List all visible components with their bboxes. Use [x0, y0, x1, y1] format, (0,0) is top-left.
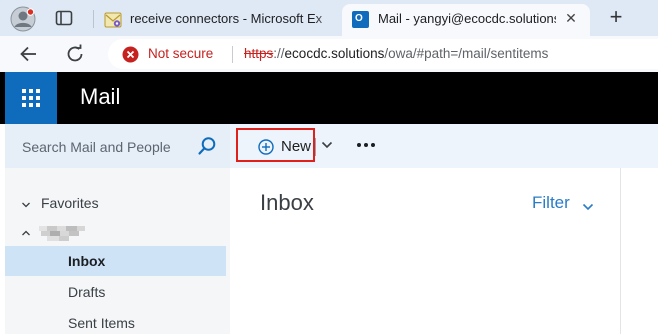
url-path: /owa/#path=/mail/sentitems — [384, 46, 549, 61]
split-button-divider — [315, 138, 316, 156]
url-host: ecocdc.solutions — [284, 46, 385, 61]
more-actions-ellipsis-icon[interactable] — [355, 138, 377, 152]
new-message-button[interactable]: New — [236, 128, 315, 162]
address-bar[interactable]: Not secure https://ecocdc.solutions/owa/… — [108, 39, 658, 69]
folder-label: Sent Items — [68, 315, 135, 331]
url-scheme: https — [244, 46, 274, 61]
chevron-down-icon — [582, 199, 594, 211]
new-tab-button[interactable]: + — [604, 6, 628, 30]
reading-pane — [621, 168, 658, 334]
app-header: Mail — [0, 72, 658, 124]
search-box[interactable]: Search Mail and People — [5, 124, 230, 168]
filter-label: Filter — [532, 193, 570, 212]
app-launcher-button[interactable] — [5, 72, 57, 124]
folder-pane: Favorites Inbox Drafts Sent Items — [5, 168, 230, 334]
folder-inbox[interactable]: Inbox — [5, 246, 226, 276]
folder-label: Inbox — [68, 253, 106, 269]
app-title: Mail — [80, 84, 121, 109]
outlook-favicon-letter: O — [355, 13, 363, 24]
search-input[interactable]: Search Mail and People — [22, 139, 171, 155]
tab-actions-icon[interactable] — [54, 8, 74, 28]
not-secure-label[interactable]: Not secure — [148, 46, 213, 61]
tab-title-fade — [314, 8, 340, 30]
new-dropdown-chevron-down-icon[interactable] — [320, 138, 334, 152]
url-text[interactable]: https://ecocdc.solutions/owa/#path=/mail… — [244, 46, 548, 61]
folder-label: Drafts — [68, 284, 106, 300]
message-list-title: Inbox — [260, 190, 314, 215]
address-separator — [232, 46, 233, 63]
filter-button[interactable]: Filter — [532, 193, 598, 215]
browser-tab-receive-connectors[interactable]: receive connectors - Microsoft Ex — [100, 4, 340, 36]
account-header[interactable] — [5, 220, 230, 241]
search-icon[interactable] — [197, 136, 217, 156]
reload-icon[interactable] — [64, 43, 86, 65]
redacted-account-name — [39, 226, 87, 241]
browser-tab-mail[interactable]: O Mail - yangyi@ecocdc.solutions ✕ — [342, 4, 590, 38]
chevron-up-icon — [21, 225, 31, 236]
exchange-admin-favicon-icon — [104, 11, 122, 29]
tab-separator — [93, 10, 94, 28]
favorites-label: Favorites — [41, 195, 99, 211]
tab-title: Mail - yangyi@ecocdc.solutions — [378, 11, 556, 26]
profile-avatar-icon[interactable] — [10, 6, 36, 32]
favorites-header[interactable]: Favorites — [5, 192, 230, 212]
url-separator: :// — [273, 46, 285, 61]
not-secure-warning-icon[interactable] — [122, 46, 139, 63]
new-button-label: New — [281, 138, 312, 155]
chevron-down-icon — [21, 197, 31, 208]
tab-title: receive connectors - Microsoft Ex — [130, 11, 323, 26]
browser-toolbar: Not secure https://ecocdc.solutions/owa/… — [0, 36, 658, 72]
close-tab-icon[interactable]: ✕ — [562, 9, 580, 27]
folder-drafts[interactable]: Drafts — [5, 277, 226, 307]
waffle-icon — [22, 89, 40, 107]
message-list: Inbox Filter — [230, 168, 620, 334]
add-circle-icon — [258, 139, 274, 155]
back-arrow-icon[interactable] — [18, 43, 40, 65]
outlook-favicon-icon: O — [352, 11, 369, 28]
browser-tab-strip: receive connectors - Microsoft Ex O Mail… — [0, 0, 658, 38]
folder-sent-items[interactable]: Sent Items — [5, 308, 226, 334]
command-bar: Search Mail and People New — [5, 124, 658, 168]
